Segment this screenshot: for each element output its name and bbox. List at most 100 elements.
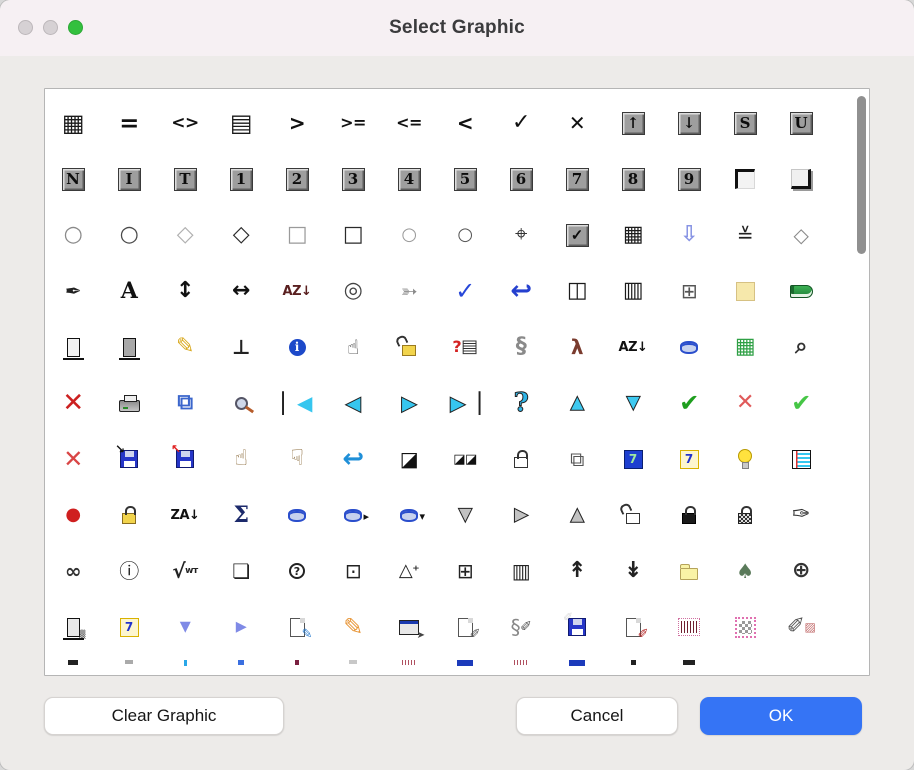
icon-padlock-hatched[interactable]	[717, 487, 773, 543]
icon-operator-equals[interactable]: =	[101, 95, 157, 151]
icon-document-paint[interactable]: ✎	[269, 599, 325, 655]
icon-button-num-7[interactable]: 7	[549, 151, 605, 207]
icon-cascade-windows[interactable]: ❏	[213, 543, 269, 599]
icon-square-outline-light[interactable]: □	[269, 207, 325, 263]
icon-cancel-red-x[interactable]: ✕	[717, 375, 773, 431]
icon-triangle-down-grey[interactable]: ▼	[437, 487, 493, 543]
icon-notepad-lines[interactable]	[773, 431, 829, 487]
icon-padlock-black[interactable]	[661, 487, 717, 543]
icon-circle-outline-dark[interactable]: ○	[101, 207, 157, 263]
icon-diamond-outline-light[interactable]: ◇	[157, 207, 213, 263]
icon-window-wizard[interactable]: ➤	[381, 599, 437, 655]
icon-door-lock[interactable]: ▒	[45, 599, 101, 655]
icon-button-num-4[interactable]: 4	[381, 151, 437, 207]
icon-delete-x-thin[interactable]: ✕	[45, 431, 101, 487]
icon-help-list[interactable]: ?▤	[437, 319, 493, 375]
icon-scroll-paper[interactable]: §	[493, 319, 549, 375]
icon-partial[interactable]	[773, 655, 829, 673]
icon-invert-triangle[interactable]: ◪	[381, 431, 437, 487]
icon-delete-red-x[interactable]: ✕	[45, 375, 101, 431]
icon-calendar-seven[interactable]: 7	[661, 431, 717, 487]
icon-resize-horizontal[interactable]: ↔	[213, 263, 269, 319]
icon-partial[interactable]	[605, 655, 661, 673]
icon-database-menu[interactable]: ▾	[381, 487, 437, 543]
icon-go-previous[interactable]: ◀	[325, 375, 381, 431]
icon-copy-documents[interactable]: ⧉	[157, 375, 213, 431]
icon-document-find[interactable]: ⌕	[773, 319, 829, 375]
icon-button-num-3[interactable]: 3	[325, 151, 381, 207]
icon-operator-greater-equal[interactable]: >=	[325, 95, 381, 151]
icon-diamond-outline-dark[interactable]: ◇	[213, 207, 269, 263]
icon-question-circle[interactable]: ?	[269, 543, 325, 599]
icon-partial[interactable]	[661, 655, 717, 673]
icon-document-pen-hatch[interactable]: ✐	[437, 599, 493, 655]
icon-expand-box[interactable]: ⊞	[661, 263, 717, 319]
icon-red-sphere[interactable]: ●	[45, 487, 101, 543]
icon-pencil-yellow[interactable]: ✎	[157, 319, 213, 375]
ok-button[interactable]: OK	[700, 697, 862, 735]
icon-expand-triangle-blue[interactable]: ▸	[213, 599, 269, 655]
icon-operator-less[interactable]: <	[437, 95, 493, 151]
icon-partial[interactable]	[269, 655, 325, 673]
scrollbar-thumb[interactable]	[857, 96, 866, 254]
icon-table-small[interactable]: ▦	[605, 207, 661, 263]
icon-triangle-add[interactable]: △⁺	[381, 543, 437, 599]
icon-signature-pen[interactable]: ✑	[773, 487, 829, 543]
icon-spreadsheet-green[interactable]: ▦	[717, 319, 773, 375]
icon-scroll-pen[interactable]: §✐	[493, 599, 549, 655]
icon-thumbs-down[interactable]: ☟	[269, 431, 325, 487]
icon-help-question-cyan[interactable]: ?	[493, 375, 549, 431]
icon-document-list[interactable]: ▤	[213, 95, 269, 151]
icon-database-blue[interactable]	[661, 319, 717, 375]
icon-cube-stairs-blue[interactable]: 7	[605, 431, 661, 487]
icon-partial[interactable]	[493, 655, 549, 673]
icon-button-num-1[interactable]: 1	[213, 151, 269, 207]
icon-sigma-sum[interactable]: Σ	[213, 487, 269, 543]
icon-circle-small-dark[interactable]: ○	[437, 207, 493, 263]
icon-magnifier[interactable]	[213, 375, 269, 431]
icon-window-dotted[interactable]: ⊡	[325, 543, 381, 599]
icon-sqrt-ok[interactable]: √ᴡᴛ	[157, 543, 213, 599]
icon-door-closed[interactable]	[101, 319, 157, 375]
icon-trash-can-small[interactable]: ▥	[493, 543, 549, 599]
icon-double-arrow-down[interactable]: ↡	[605, 543, 661, 599]
icon-triangle-right-grey[interactable]: ▶	[493, 487, 549, 543]
icon-partial[interactable]	[101, 655, 157, 673]
icon-triangle-up-grey[interactable]: ▲	[549, 487, 605, 543]
icon-undo-arrow-blue[interactable]: ↩	[493, 263, 549, 319]
icon-yellow-note[interactable]	[717, 263, 773, 319]
icon-paint-bucket[interactable]: ◇	[773, 207, 829, 263]
icon-button-num-5[interactable]: 5	[437, 151, 493, 207]
icon-spin-up-cyan[interactable]: ▲	[549, 375, 605, 431]
icon-target-circle[interactable]: ◎	[325, 263, 381, 319]
icon-check-green-light[interactable]: ✔	[773, 375, 829, 431]
icon-frame-add[interactable]: ⊞	[437, 543, 493, 599]
icon-database-hatched[interactable]	[269, 487, 325, 543]
zoom-button[interactable]	[68, 20, 83, 35]
icon-circle-small-light[interactable]: ○	[381, 207, 437, 263]
minimize-button[interactable]	[43, 20, 58, 35]
icon-button-style-n[interactable]: N	[45, 151, 101, 207]
icon-operator-less-equal[interactable]: <=	[381, 95, 437, 151]
icon-document-pen-lines[interactable]: ✐	[605, 599, 661, 655]
icon-dropdown-triangle-blue[interactable]: ▾	[157, 599, 213, 655]
icon-hand-stop[interactable]: ☝	[325, 319, 381, 375]
icon-double-arrow-up[interactable]: ↟	[549, 543, 605, 599]
icon-checkmark-black[interactable]: ✓	[493, 95, 549, 151]
icon-partial[interactable]	[717, 655, 773, 673]
icon-check-blue[interactable]: ✓	[437, 263, 493, 319]
icon-frame-top-left[interactable]	[717, 151, 773, 207]
icon-info-circle-blue[interactable]: i	[269, 319, 325, 375]
icon-button-style-i[interactable]: I	[101, 151, 157, 207]
icon-padlock-open-outline[interactable]	[605, 487, 661, 543]
icon-trash-can[interactable]: ▥	[605, 263, 661, 319]
icon-folder-yellow[interactable]	[661, 543, 717, 599]
icon-partial[interactable]	[549, 655, 605, 673]
clear-graphic-button[interactable]: Clear Graphic	[44, 697, 284, 735]
icon-button-style-s[interactable]: S	[717, 95, 773, 151]
icon-button-style-u[interactable]: U	[773, 95, 829, 151]
icon-partial[interactable]	[325, 655, 381, 673]
icon-save-as-floppy[interactable]: ↖	[157, 431, 213, 487]
icon-button-num-6[interactable]: 6	[493, 151, 549, 207]
icon-square-outline-dark[interactable]: □	[325, 207, 381, 263]
